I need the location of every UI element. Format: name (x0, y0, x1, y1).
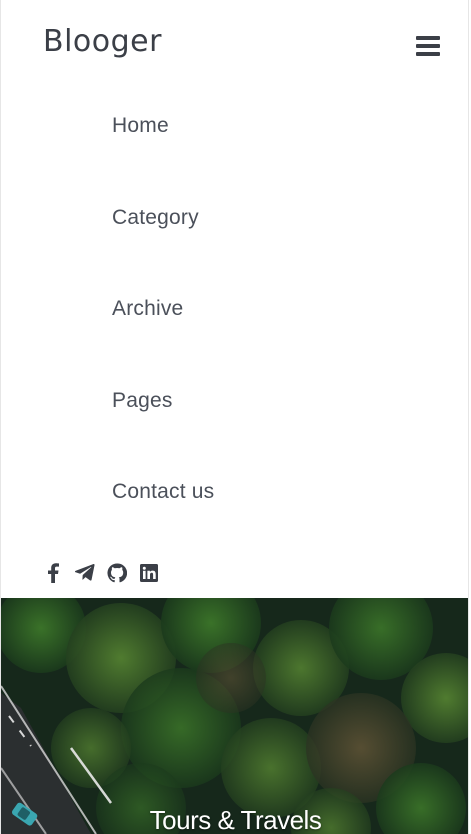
nav-item-pages[interactable]: Pages (112, 383, 214, 475)
linkedin-icon-glyph (140, 564, 158, 582)
github-icon-glyph (107, 563, 127, 583)
forest-road-aerial-photo (1, 598, 468, 834)
telegram-icon[interactable] (75, 563, 95, 583)
nav-item-archive[interactable]: Archive (112, 291, 214, 383)
nav-item-home[interactable]: Home (112, 108, 214, 200)
hamburger-menu-icon[interactable] (413, 33, 443, 59)
telegram-icon-glyph (75, 564, 95, 581)
page-frame: Blooger Home Category Archive Pages Cont… (0, 0, 469, 834)
nav-item-contact-us[interactable]: Contact us (112, 474, 214, 566)
main-nav: Home Category Archive Pages Contact us (112, 108, 214, 566)
social-links (43, 563, 159, 583)
nav-item-category[interactable]: Category (112, 200, 214, 292)
github-icon[interactable] (107, 563, 127, 583)
hero-image[interactable] (1, 598, 468, 834)
linkedin-icon[interactable] (139, 563, 159, 583)
facebook-icon[interactable] (43, 563, 63, 583)
facebook-icon-glyph (48, 563, 59, 583)
hero-title[interactable]: Tours & Travels (1, 805, 468, 834)
site-logo[interactable]: Blooger (43, 22, 162, 62)
